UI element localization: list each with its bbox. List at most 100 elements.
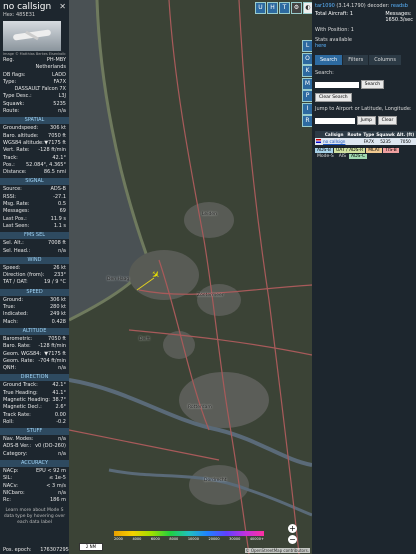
data-value: -128 ft/min (38, 147, 66, 154)
tar1090-link[interactable]: tar1090 (315, 3, 335, 9)
zoom-out-button[interactable]: − (288, 535, 297, 544)
altitude-tick: 20000 (208, 537, 220, 541)
search-input[interactable] (315, 81, 359, 88)
data-row: Magnetic Decl.: 2.6° (0, 404, 69, 411)
map-side-button[interactable]: P (302, 90, 312, 102)
table-row[interactable]: no callsign FA7X 5235 7050 30 (315, 138, 416, 145)
map-toggle-button[interactable]: H (267, 2, 278, 14)
data-row: Last Seen: 1.1 s (0, 223, 69, 230)
column-header[interactable]: Squawk (375, 131, 396, 138)
decoder-link[interactable]: readsb (391, 3, 408, 9)
section-header[interactable]: FMS SEL (0, 232, 69, 240)
total-aircraft: 1 (349, 11, 353, 17)
column-header[interactable]: Type (362, 131, 376, 138)
section-header[interactable]: ALTITUDE (0, 327, 69, 335)
data-label: Geom. WGS84: (3, 350, 42, 357)
data-value: 306 kt (50, 125, 66, 132)
column-header[interactable]: Route (346, 131, 363, 138)
data-label: Source: (3, 186, 22, 193)
data-row: Magnetic Heading: 38.7° (0, 397, 69, 404)
section-header[interactable]: ACCURACY (0, 460, 69, 468)
clear-button[interactable]: Clear (377, 116, 398, 125)
data-row: Geom. WGS84: ▼7175 ft (0, 351, 69, 358)
altitude-tick: 40000+ (249, 537, 264, 541)
aircraft-info-panel: no callsign ✕ Hex: 485E31 Image © Matthi… (0, 0, 69, 554)
data-value: 7050 ft (48, 132, 66, 139)
map-toggle-button[interactable]: T (279, 2, 290, 14)
map-toggle-button[interactable]: U (255, 2, 266, 14)
altitude-tick: 8000 (169, 537, 179, 541)
clear-search-button[interactable]: Clear Search (315, 93, 352, 102)
map-side-button[interactable]: K (302, 65, 312, 77)
data-row: Sel. Head.: n/a (0, 248, 69, 255)
data-label: Distance: (3, 169, 27, 176)
aircraft-sections: SPATIAL Groundspeed: 306 kt Baro. altitude:… (0, 117, 69, 504)
data-value: ADS-B (50, 186, 66, 193)
tab-search[interactable]: Search (315, 55, 343, 65)
tab-columns[interactable]: Columns (369, 55, 401, 65)
data-value: n/a (58, 450, 66, 457)
layers-icon[interactable]: ◐ (303, 2, 312, 14)
aircraft-info-rows: Reg. PH-MBY Netherlands DB flags: LADD Type: F… (0, 57, 69, 115)
source-badge: AIS (338, 154, 347, 159)
data-label: Mach: (3, 318, 18, 325)
data-row: RSSI: -27.1 (0, 194, 69, 201)
altitude-legend-ticks: 2000 4000 6000 8000 10000 20000 30000 40000+ (114, 537, 264, 541)
info-row: Type: FA7X (0, 79, 69, 86)
data-row: Roll: -0.2 (0, 419, 69, 426)
info-value: FA7X (53, 78, 66, 85)
data-row: Rc: 186 m (0, 497, 69, 504)
data-row: SIL: ≤ 1e-5 (0, 475, 69, 482)
tab-filters[interactable]: Filters (343, 55, 369, 65)
search-label: Search: (315, 70, 334, 76)
data-label: Ground: (3, 296, 24, 303)
section-header[interactable]: WIND (0, 256, 69, 264)
column-header[interactable]: Alt. (ft) (395, 131, 416, 138)
data-label: Msg. Rate: (3, 201, 30, 208)
data-value: 11.9 s (50, 215, 66, 222)
map-view[interactable]: Leiden Den Haag Zoetermeer Delft Rotterd… (69, 0, 312, 554)
map-attribution[interactable]: © OpenStreetMap contributors. (244, 548, 310, 553)
data-value: 7008 ft (48, 240, 66, 247)
info-value: 5235 (53, 100, 66, 107)
jump-label: Jump to Airport or Latitude, Longitude: (315, 106, 412, 112)
source-badge: TIS-B (383, 148, 399, 153)
map-side-button[interactable]: L (302, 40, 312, 52)
stats-link[interactable]: here (315, 43, 326, 49)
scale-bar: 2 NM (79, 543, 103, 551)
search-button[interactable]: Search (360, 80, 385, 89)
settings-gear-icon[interactable]: ⚙ (291, 2, 302, 14)
altitude-tick: 30000 (229, 537, 241, 541)
section-header[interactable]: STUFF (0, 428, 69, 436)
section-header[interactable]: SPATIAL (0, 117, 69, 125)
data-row: Geom. Rate: -704 ft/min (0, 358, 69, 365)
section-header[interactable]: SPEED (0, 288, 69, 296)
aircraft-photo[interactable] (3, 21, 61, 51)
map-side-button[interactable]: M (302, 77, 312, 90)
map-side-button[interactable]: I (302, 102, 312, 115)
data-value: 86.5 nmi (43, 169, 66, 176)
map-side-button[interactable]: O (302, 52, 312, 65)
data-label: Magnetic Heading: (3, 396, 50, 403)
data-label: ADS-B Ver.: (3, 443, 32, 450)
map-side-button[interactable]: R (302, 115, 312, 127)
info-value: PH-MBY (46, 57, 66, 63)
column-header[interactable] (315, 131, 322, 138)
city-label: Leiden (202, 212, 217, 217)
zoom-in-button[interactable]: + (288, 524, 297, 533)
section-header[interactable]: SIGNAL (0, 178, 69, 186)
column-header[interactable]: Callsign (322, 131, 347, 138)
jump-input[interactable] (315, 117, 355, 124)
close-icon[interactable]: ✕ (59, 2, 66, 11)
data-label: SIL: (3, 475, 13, 482)
jump-button[interactable]: Jump (356, 116, 377, 125)
source-badge: UAT / ADS-R (333, 148, 366, 153)
data-value: ▼7175 ft (44, 139, 66, 146)
section-header[interactable]: DIRECTION (0, 374, 69, 382)
data-value: EPU < 92 m (35, 468, 66, 475)
data-value: 306 kt (50, 296, 66, 303)
info-row: Reg. PH-MBY (0, 57, 69, 64)
data-row: Sel. Alt.: 7008 ft (0, 240, 69, 247)
callsign-cell[interactable]: no callsign (322, 138, 347, 145)
data-row: Last Pos.: 11.9 s (0, 216, 69, 223)
